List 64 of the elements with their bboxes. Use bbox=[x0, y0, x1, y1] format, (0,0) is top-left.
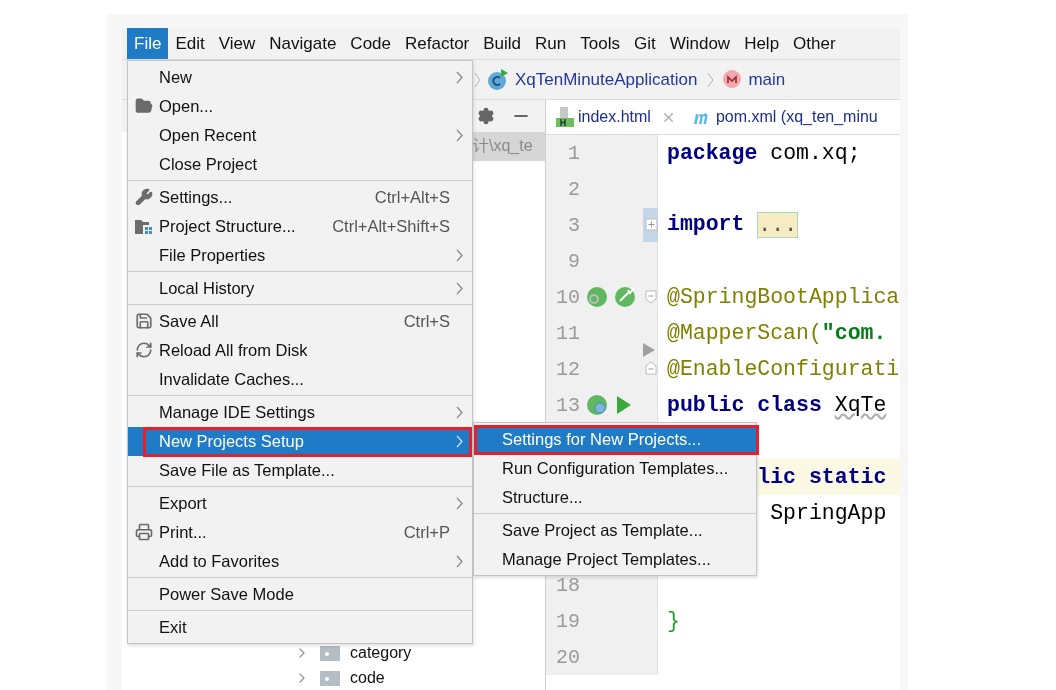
menu-item[interactable]: Manage IDE Settings bbox=[128, 397, 472, 427]
menu-item[interactable]: Open... bbox=[128, 91, 472, 121]
menu-bar-item[interactable]: Navigate bbox=[262, 28, 344, 59]
menu-bar-item[interactable]: Edit bbox=[168, 28, 212, 59]
menu-item[interactable]: File Properties bbox=[128, 240, 472, 270]
menu-bar-item[interactable]: Code bbox=[343, 28, 398, 59]
menu-item[interactable]: New Projects Setup bbox=[128, 426, 472, 456]
line-number: 18 bbox=[555, 573, 580, 597]
menu-item[interactable]: Power Save Mode bbox=[128, 579, 472, 609]
code-line: public class XqTe bbox=[667, 393, 887, 417]
menu-item[interactable]: Close Project bbox=[128, 149, 472, 179]
menu-bar-item[interactable]: File bbox=[127, 28, 169, 59]
line-number: 1 bbox=[567, 141, 580, 165]
menu-item[interactable]: Project Structure... Ctrl+Alt+Shift+S bbox=[128, 211, 472, 241]
code-line: @EnableConfigurati bbox=[667, 357, 900, 381]
line-number: 13 bbox=[555, 393, 580, 417]
line-number: 12 bbox=[555, 357, 580, 381]
code-line: } bbox=[667, 609, 680, 633]
menu-bar-item[interactable]: Build bbox=[476, 28, 529, 59]
line-number: 20 bbox=[555, 645, 580, 669]
menu-item[interactable]: Reload All from Disk bbox=[128, 335, 472, 365]
menu-item[interactable]: Run Configuration Templates... bbox=[474, 453, 756, 483]
menu-item[interactable]: Settings... Ctrl+Alt+S bbox=[128, 182, 472, 212]
tree-item[interactable]: code bbox=[350, 668, 385, 687]
code-line: lic static bbox=[757, 465, 887, 489]
line-number: 10 bbox=[555, 285, 580, 309]
menu-item[interactable]: Exit bbox=[128, 612, 472, 642]
menu-bar-item[interactable]: Help bbox=[737, 28, 787, 59]
menu-item[interactable]: Save All Ctrl+S bbox=[128, 306, 472, 336]
menu-bar-item[interactable]: Tools bbox=[573, 28, 627, 59]
menu-item[interactable]: Settings for New Projects... bbox=[474, 424, 756, 454]
menu-item[interactable]: Structure... bbox=[474, 482, 756, 512]
line-number: 9 bbox=[567, 249, 580, 273]
line-number: 11 bbox=[555, 321, 580, 345]
breadcrumb-item[interactable]: XqTenMinuteApplication bbox=[515, 69, 698, 90]
code-line: @MapperScan("com. bbox=[667, 321, 887, 345]
menu-item[interactable]: Export bbox=[128, 488, 472, 518]
tree-item[interactable]: category bbox=[350, 643, 412, 662]
menu-item[interactable]: Manage Project Templates... bbox=[474, 544, 756, 574]
menu-bar-item[interactable]: Git bbox=[626, 28, 663, 59]
menu-item[interactable]: New bbox=[128, 62, 472, 92]
menu-bar-item[interactable]: Window bbox=[662, 28, 738, 59]
menu-item[interactable]: Open Recent bbox=[128, 120, 472, 150]
menu-item[interactable]: Save Project as Template... bbox=[474, 515, 756, 545]
menu-bar-item[interactable]: Run bbox=[528, 28, 574, 59]
menu-item[interactable]: Print... Ctrl+P bbox=[128, 517, 472, 547]
menu-item[interactable]: Local History bbox=[128, 273, 472, 303]
code-line: import ... bbox=[667, 212, 799, 238]
menu-bar-item[interactable]: View bbox=[211, 28, 263, 59]
menu-item[interactable]: Invalidate Caches... bbox=[128, 364, 472, 394]
path-text: 计\xq_te bbox=[473, 132, 545, 161]
code-line: SpringApp bbox=[770, 501, 887, 525]
code-line: package com.xq; bbox=[667, 141, 861, 165]
breadcrumb-item[interactable]: main bbox=[748, 69, 786, 90]
menu-bar-item[interactable]: Other bbox=[786, 28, 843, 59]
editor-tab[interactable]: pom.xml (xq_ten_minu bbox=[691, 108, 878, 126]
menu-item[interactable]: Save File as Template... bbox=[128, 455, 472, 485]
menu-item[interactable]: Add to Favorites bbox=[128, 546, 472, 576]
line-number: 3 bbox=[567, 213, 580, 237]
code-line: @SpringBootApplica bbox=[667, 285, 900, 309]
line-number: 19 bbox=[555, 609, 580, 633]
menu-bar-item[interactable]: Refactor bbox=[398, 28, 477, 59]
line-number: 2 bbox=[567, 177, 580, 201]
editor-tab[interactable]: index.html bbox=[556, 107, 676, 127]
